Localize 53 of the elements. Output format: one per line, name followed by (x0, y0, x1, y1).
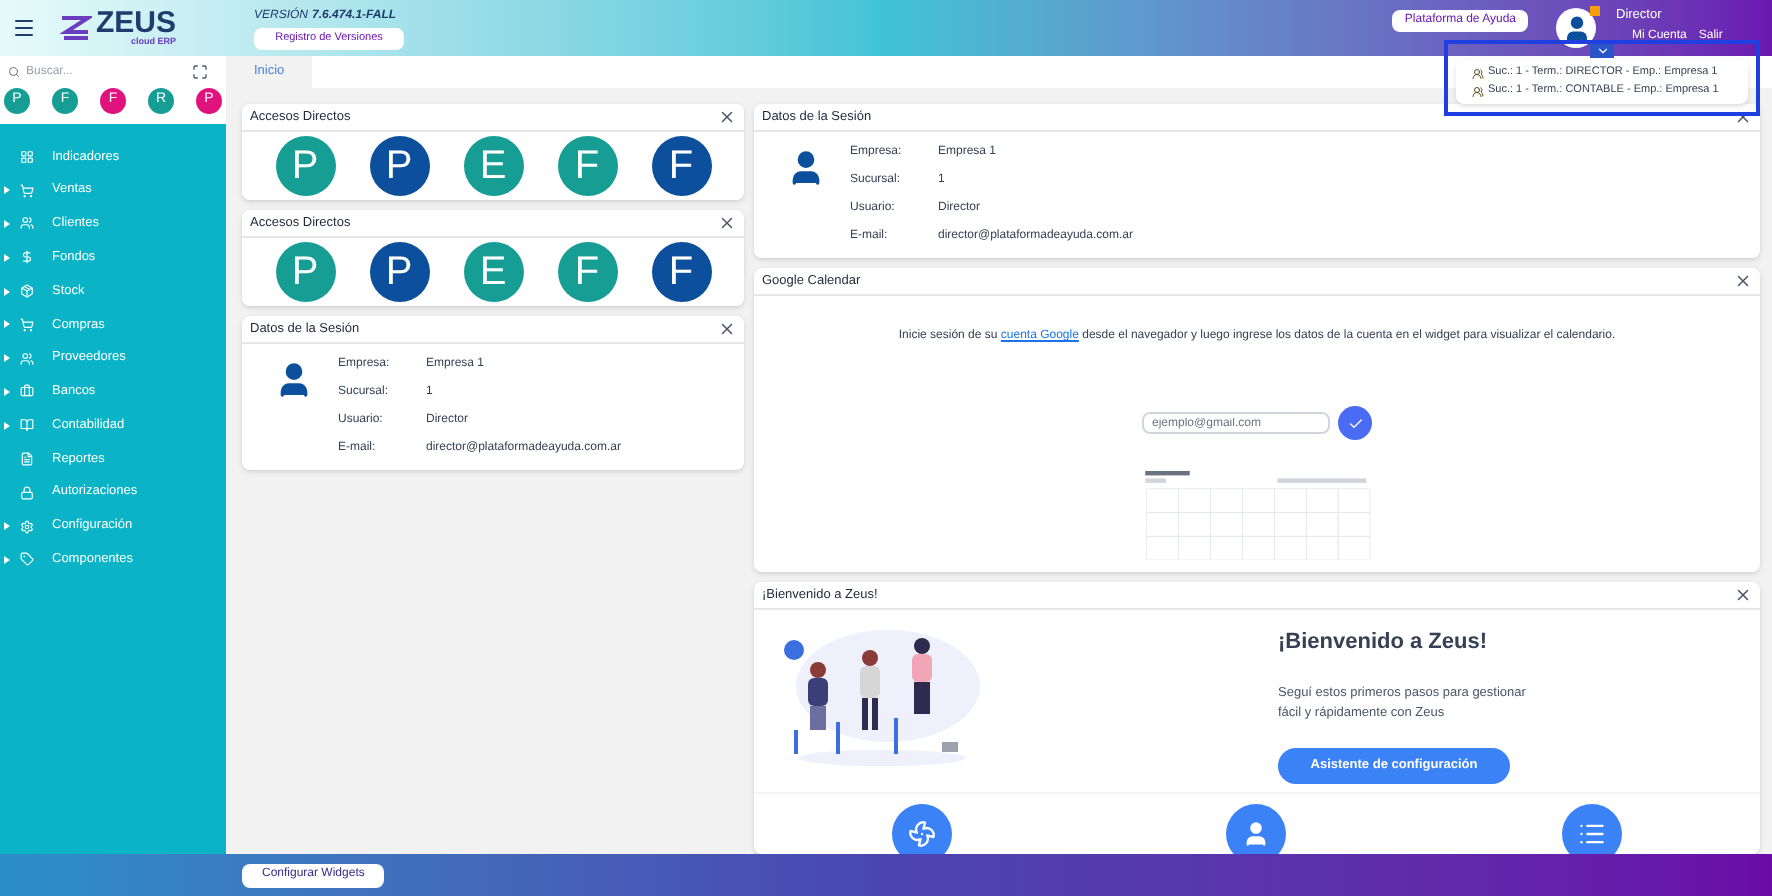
confirm-button[interactable] (1338, 406, 1372, 440)
people-icon (20, 216, 34, 231)
shortcut-tile[interactable]: F (557, 136, 617, 196)
shortcut-tile[interactable]: P (369, 242, 429, 302)
expand-arrow-icon (4, 555, 10, 564)
check-icon (1347, 415, 1363, 431)
briefcase-icon (20, 384, 34, 399)
close-icon[interactable] (718, 320, 736, 338)
search-icon (8, 66, 20, 78)
book-icon (20, 418, 34, 433)
expand-arrow-icon (4, 354, 10, 363)
expand-arrow-icon (4, 387, 10, 396)
expand-arrow-icon (4, 522, 10, 531)
shortcut-tile[interactable]: P (369, 136, 429, 196)
users-icon (1472, 67, 1484, 79)
grid-icon (20, 149, 34, 164)
users-icon (1472, 85, 1484, 97)
gear-icon (20, 519, 34, 534)
user-icon[interactable] (1226, 803, 1287, 854)
fullscreen-icon[interactable] (192, 64, 208, 80)
people-icon (20, 351, 34, 366)
shortcut-tile[interactable]: P (275, 242, 335, 302)
cart-icon (20, 183, 34, 198)
shortcut-tile[interactable]: E (463, 136, 523, 196)
document-icon (20, 452, 34, 467)
expand-arrow-icon (4, 287, 10, 296)
close-icon[interactable] (1734, 272, 1752, 290)
list-icon[interactable] (1562, 803, 1623, 854)
tag-icon (20, 552, 34, 567)
shortcut-tile[interactable]: F (651, 136, 711, 196)
expand-arrow-icon (4, 320, 10, 329)
welcome-heading: ¡Bienvenido a Zeus! (1278, 628, 1490, 658)
expand-arrow-icon (4, 421, 10, 430)
box-icon (20, 284, 34, 299)
close-icon[interactable] (718, 108, 736, 126)
shortcut-tile[interactable]: F (651, 242, 711, 302)
terminal-chevron-icon[interactable] (1590, 44, 1614, 58)
fan-icon[interactable] (891, 803, 952, 854)
shortcut-tile[interactable]: P (275, 136, 335, 196)
expand-arrow-icon (4, 186, 10, 195)
close-icon[interactable] (718, 214, 736, 232)
notification-badge (1590, 6, 1600, 16)
shortcut-tile[interactable]: F (557, 242, 617, 302)
expand-arrow-icon (4, 219, 10, 228)
logo-text: ZEUS (96, 8, 177, 39)
shortcut-tile[interactable]: E (463, 242, 523, 302)
dollar-icon (20, 250, 34, 265)
lock-icon (20, 485, 34, 500)
menu-icon[interactable] (12, 16, 36, 40)
cart-icon (20, 317, 34, 332)
expand-arrow-icon (4, 253, 10, 262)
logo-icon (60, 14, 92, 42)
close-icon[interactable] (1734, 586, 1752, 604)
